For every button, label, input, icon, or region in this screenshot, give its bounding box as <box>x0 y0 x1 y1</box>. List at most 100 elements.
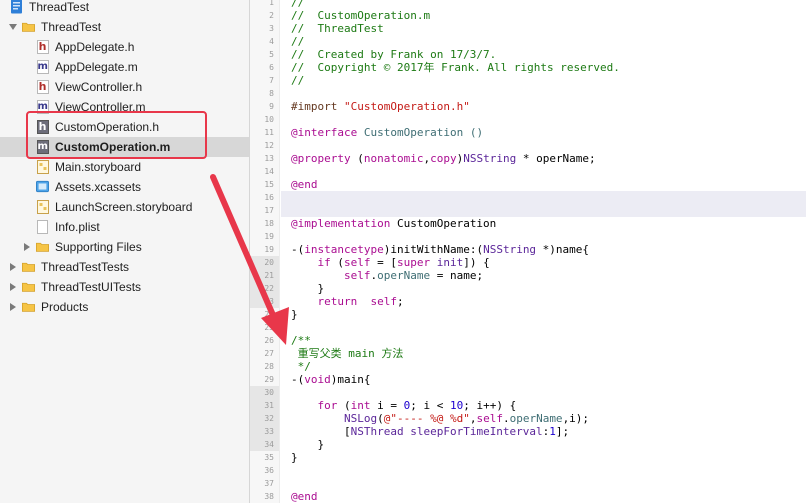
code-token: // ThreadTest <box>291 22 384 35</box>
code-line[interactable]: @interface CustomOperation () <box>291 126 483 139</box>
line-number: 36 <box>264 466 274 475</box>
navigator-item-viewcontroller-m[interactable]: m ViewController.m <box>0 97 249 117</box>
navigator-item-appdelegate-m[interactable]: m AppDelegate.m <box>0 57 249 77</box>
navigator-item-threadtesttests[interactable]: ThreadTestTests <box>0 257 249 277</box>
line-number: 19 <box>264 245 274 254</box>
code-token: operName <box>377 269 431 282</box>
current-line-highlight <box>281 204 806 217</box>
navigator-item-products[interactable]: Products <box>0 297 249 317</box>
code-line[interactable]: -(instancetype)initWithName:(NSString *)… <box>291 243 589 256</box>
navigator-item-appdelegate-h[interactable]: h AppDelegate.h <box>0 37 249 57</box>
code-line[interactable]: // <box>291 74 304 87</box>
code-token: * operName; <box>516 152 596 165</box>
code-token: ; <box>397 295 404 308</box>
line-number: 6 <box>269 63 274 72</box>
navigator-item-threadtest[interactable]: ThreadTest <box>0 0 249 17</box>
navigator-item-info-plist[interactable]: Info.plist <box>0 217 249 237</box>
code-token: )initWithName:( <box>383 243 484 256</box>
code-line[interactable]: // <box>291 0 304 9</box>
code-token: // <box>291 35 305 48</box>
code-token: *)name{ <box>536 243 590 256</box>
code-line[interactable]: // Copyright © 2017年 Frank. All rights r… <box>291 61 620 74</box>
navigator-item-assets-xcassets[interactable]: Assets.xcassets <box>0 177 249 197</box>
code-line[interactable]: // CustomOperation.m <box>291 9 430 22</box>
navigator-item-supporting-files[interactable]: Supporting Files <box>0 237 249 257</box>
navigator-item-main-storyboard[interactable]: Main.storyboard <box>0 157 249 177</box>
code-token: -( <box>291 373 305 386</box>
code-line[interactable]: 重写父类 main 方法 <box>291 347 404 360</box>
code-editor[interactable]: //// CustomOperation.m// ThreadTest//// … <box>281 0 806 503</box>
code-token: self <box>476 412 503 425</box>
code-line[interactable]: @property (nonatomic,copy)NSString * ope… <box>291 152 596 165</box>
code-line[interactable]: NSLog(@"---- %@ %d",self.operName,i); <box>291 412 589 425</box>
code-token: self <box>343 269 371 282</box>
disclosure-closed-icon[interactable] <box>8 262 18 272</box>
line-number: 27 <box>264 349 274 358</box>
line-number: 10 <box>264 115 274 124</box>
navigator-item-launchscreen-storyboard[interactable]: LaunchScreen.storyboard <box>0 197 249 217</box>
code-token: NSThread <box>350 425 404 438</box>
navigator-item-customoperation-h[interactable]: h CustomOperation.h <box>0 117 249 137</box>
code-line[interactable]: } <box>291 451 298 464</box>
code-token: } <box>291 438 325 451</box>
code-token: @end <box>291 178 318 191</box>
code-token: @implementation <box>291 217 391 230</box>
disclosure-closed-icon[interactable] <box>22 242 32 252</box>
navigator-item-label: LaunchScreen.storyboard <box>55 200 193 214</box>
navigator-item-customoperation-m[interactable]: m CustomOperation.m <box>0 137 249 157</box>
code-token: 重写父类 main 方法 <box>291 347 404 360</box>
navigator-item-label: Products <box>41 300 89 314</box>
code-line[interactable]: @end <box>291 178 318 191</box>
line-number: 34 <box>264 440 274 449</box>
code-line[interactable]: } <box>291 308 298 321</box>
navigator-item-viewcontroller-h[interactable]: h ViewController.h <box>0 77 249 97</box>
current-line-highlight <box>281 191 806 204</box>
line-number-gutter: 1 2 3 4 5 6 7 8 9 10 11 12 13 14 15 16 17 18 19 19 20 21 22 23 2… <box>250 0 280 503</box>
code-line[interactable]: if (self = [super init]) { <box>291 256 490 269</box>
code-line[interactable]: for (int i = 0; i < 10; i++) { <box>291 399 517 412</box>
line-number: 28 <box>264 362 274 371</box>
navigator-item-threadtest[interactable]: ThreadTest <box>0 17 249 37</box>
line-number: 4 <box>269 37 274 46</box>
line-number: 38 <box>264 492 274 501</box>
code-token: = [ <box>370 256 397 269</box>
code-line[interactable]: @implementation CustomOperation <box>291 217 496 230</box>
navigator-item-threadtestuitests[interactable]: ThreadTestUITests <box>0 277 249 297</box>
code-line[interactable]: #import "CustomOperation.h" <box>291 100 470 113</box>
code-line[interactable]: // <box>291 35 304 48</box>
code-line[interactable]: } <box>291 438 324 451</box>
code-line[interactable]: */ <box>291 360 311 373</box>
code-line[interactable]: // Created by Frank on 17/3/7. <box>291 48 496 61</box>
code-line[interactable]: /** <box>291 334 311 347</box>
code-line[interactable]: return self; <box>291 295 404 308</box>
code-line[interactable]: @end <box>291 490 318 503</box>
navigator-item-label: ThreadTestUITests <box>41 280 142 294</box>
disclosure-closed-icon[interactable] <box>8 282 18 292</box>
code-token: int <box>350 399 371 412</box>
line-number: 24 <box>264 310 274 319</box>
code-token: @end <box>291 490 318 503</box>
code-line[interactable]: self.operName = name; <box>291 269 483 282</box>
navigator-item-label: ThreadTestTests <box>41 260 130 274</box>
code-token: NSLog <box>343 412 378 425</box>
folder-icon <box>22 19 35 34</box>
code-token: init <box>436 256 464 269</box>
code-line[interactable]: [NSThread sleepForTimeInterval:1]; <box>291 425 569 438</box>
code-token: return <box>317 295 358 308</box>
line-number: 37 <box>264 479 274 488</box>
code-token: /** <box>291 334 311 347</box>
code-line[interactable]: // ThreadTest <box>291 22 384 35</box>
code-line[interactable]: } <box>291 282 324 295</box>
navigator-item-label: ViewController.m <box>55 100 146 114</box>
line-number: 18 <box>264 219 274 228</box>
code-line[interactable]: -(void)main{ <box>291 373 371 386</box>
disclosure-open-icon[interactable] <box>8 22 18 32</box>
line-number: 15 <box>264 180 274 189</box>
code-token: super <box>397 256 431 269</box>
code-token: @"---- %@ %d" <box>383 412 470 425</box>
disclosure-closed-icon[interactable] <box>8 302 18 312</box>
